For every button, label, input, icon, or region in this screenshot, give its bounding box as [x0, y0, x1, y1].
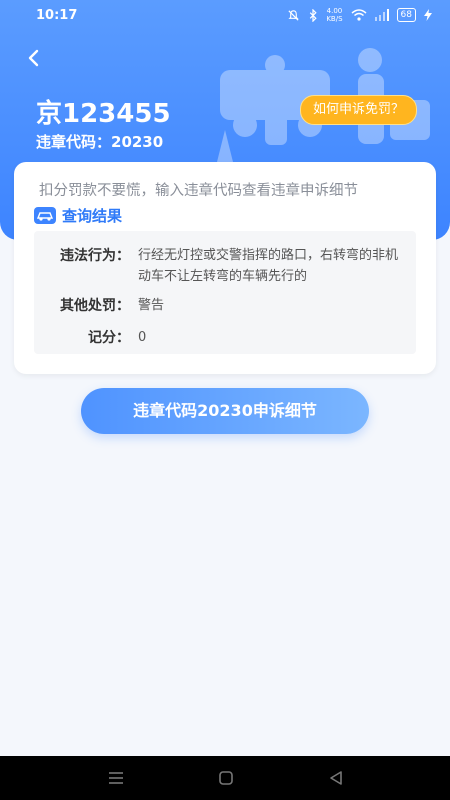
bluetooth-icon — [310, 8, 317, 22]
violation-code: 违章代码：20230 — [36, 133, 164, 151]
detail-label: 其他处罚： — [60, 298, 130, 314]
license-plate: 京123455 — [36, 99, 171, 129]
home-icon[interactable] — [216, 768, 236, 788]
network-speed: 4.00 KB/S — [326, 7, 342, 23]
mute-bell-icon — [288, 9, 299, 21]
detail-value: 0 — [138, 330, 147, 345]
back-triangle-icon[interactable] — [326, 768, 346, 788]
detail-value: 警告 — [138, 298, 165, 313]
system-nav-bar — [0, 756, 450, 800]
detail-label: 违法行为： — [60, 248, 130, 264]
wifi-icon — [351, 9, 367, 21]
detail-label: 记分： — [88, 330, 130, 346]
charging-icon — [424, 9, 432, 21]
status-time: 10:17 — [36, 8, 78, 23]
status-icons: 4.00 KB/S 68 — [287, 7, 432, 23]
how-to-appeal-button[interactable]: 如何申诉免罚？ — [300, 95, 418, 125]
menu-icon[interactable] — [106, 768, 126, 788]
back-button[interactable] — [24, 48, 48, 72]
net-speed-value: 4.00 — [326, 7, 343, 15]
car-icon — [34, 207, 56, 224]
result-title: 查询结果 — [62, 207, 123, 225]
status-bar: 10:17 4.00 KB/S 68 — [0, 0, 450, 32]
card-tip: 扣分罚款不要慌，输入违章代码查看违章申诉细节 — [39, 183, 358, 199]
chevron-left-icon — [28, 49, 39, 67]
violation-details: 违法行为： 行经无灯控或交警指挥的路口，右转弯的非机动车不让左转弯的车辆先行的 … — [34, 231, 416, 354]
signal-icon — [374, 9, 389, 21]
detail-value: 行经无灯控或交警指挥的路口，右转弯的非机动车不让左转弯的车辆先行的 — [138, 248, 399, 284]
appeal-details-button[interactable]: 违章代码20230申诉细节 — [81, 388, 369, 434]
net-speed-unit: KB/S — [326, 15, 343, 23]
result-card: 扣分罚款不要慌，输入违章代码查看违章申诉细节 查询结果 违法行为： 行经无灯控或… — [14, 162, 436, 374]
battery-indicator: 68 — [396, 8, 416, 22]
result-header: 查询结果 — [34, 205, 122, 226]
